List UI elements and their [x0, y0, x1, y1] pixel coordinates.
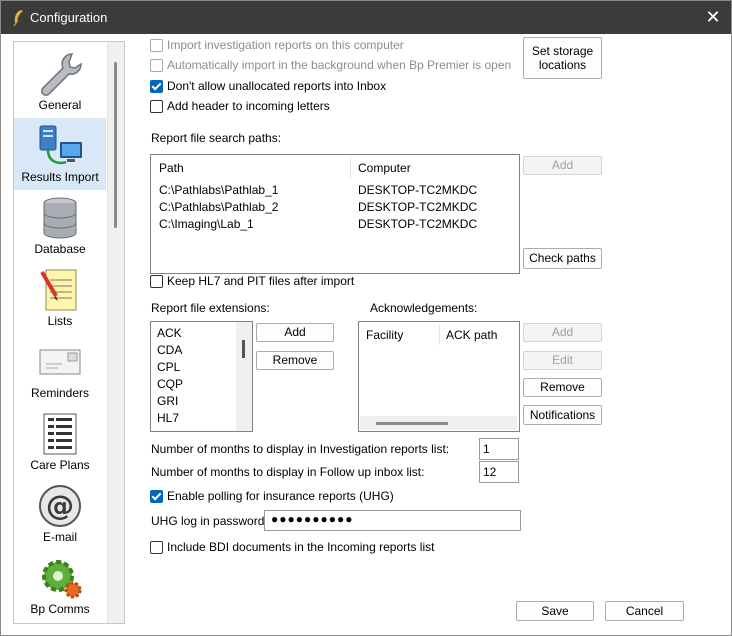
list-item[interactable]: ACK — [157, 326, 182, 340]
acknowledgements-list[interactable]: Facility ACK path — [358, 321, 520, 432]
sidebar-item-label: Reminders — [30, 386, 90, 400]
wrench-icon — [41, 53, 82, 96]
auto-import-checkbox[interactable]: Automatically import in the background w… — [150, 57, 511, 73]
column-header-path[interactable]: Path — [159, 161, 184, 175]
checkbox-label: Don't allow unallocated reports into Inb… — [167, 79, 387, 93]
computer-cell: DESKTOP-TC2MKDC — [358, 200, 478, 214]
server-network-icon — [39, 125, 82, 165]
checkbox-box — [150, 489, 163, 503]
checkbox-label: Automatically import in the background w… — [167, 58, 512, 72]
keep-files-checkbox[interactable]: Keep HL7 and PIT files after import — [150, 273, 354, 289]
checkbox-box — [150, 79, 163, 93]
sidebar-item-label: Care Plans — [30, 458, 90, 472]
remove-ack-button[interactable]: Remove — [523, 378, 602, 397]
list-item[interactable]: CQP — [157, 377, 183, 391]
sidebar-item-general[interactable]: General — [14, 46, 106, 118]
notifications-button[interactable]: Notifications — [523, 405, 602, 425]
sidebar-item-label: Database — [34, 242, 86, 256]
add-path-button[interactable]: Add — [523, 156, 602, 175]
list-item[interactable]: CPL — [157, 360, 180, 374]
computer-cell: DESKTOP-TC2MKDC — [358, 183, 478, 197]
gear-cog-icon — [42, 560, 82, 599]
title-bar: Configuration ✕ — [1, 1, 731, 34]
computer-cell: DESKTOP-TC2MKDC — [358, 217, 478, 231]
column-header-ack-path[interactable]: ACK path — [446, 328, 497, 342]
add-header-checkbox[interactable]: Add header to incoming letters — [150, 98, 330, 114]
acknowledgements-hscrollbar[interactable] — [360, 416, 517, 430]
document-list-icon — [43, 413, 77, 455]
list-item[interactable]: GRI — [157, 394, 178, 408]
dont-allow-unallocated-checkbox[interactable]: Don't allow unallocated reports into Inb… — [150, 78, 386, 94]
sidebar-item-label: E-mail — [42, 530, 77, 544]
sidebar: General Results Import Database Lists Re… — [13, 41, 125, 624]
svg-text:@: @ — [46, 489, 74, 522]
investigation-months-input[interactable]: 1 — [479, 438, 519, 460]
sidebar-item-label: Bp Comms — [30, 602, 90, 616]
column-divider[interactable] — [439, 325, 440, 345]
sidebar-scrollbar[interactable] — [107, 42, 124, 623]
add-extension-button[interactable]: Add — [256, 323, 334, 342]
checkbox-label: Include BDI documents in the Incoming re… — [167, 540, 435, 554]
list-item[interactable]: CDA — [157, 343, 182, 357]
window-title: Configuration — [30, 10, 108, 25]
checkbox-box — [150, 58, 163, 72]
search-paths-list[interactable]: Path Computer C:\Pathlabs\Pathlab_1 DESK… — [150, 154, 520, 274]
checkbox-label: Import investigation reports on this com… — [167, 38, 404, 52]
at-sign-icon: @ — [39, 485, 81, 527]
include-bdi-checkbox[interactable]: Include BDI documents in the Incoming re… — [150, 539, 434, 555]
sidebar-item-label: Results Import — [21, 170, 99, 184]
app-feather-icon — [13, 10, 23, 27]
path-cell: C:\Pathlabs\Pathlab_1 — [159, 183, 279, 197]
remove-extension-button[interactable]: Remove — [256, 351, 334, 370]
sidebar-item-database[interactable]: Database — [14, 190, 106, 262]
extensions-list[interactable]: ACK CDA CPL CQP GRI HL7 — [150, 321, 253, 432]
save-button[interactable]: Save — [516, 601, 594, 621]
check-paths-button[interactable]: Check paths — [523, 248, 602, 269]
extensions-scrollbar[interactable] — [236, 322, 252, 431]
sidebar-item-lists[interactable]: Lists — [14, 262, 106, 334]
sidebar-item-results-import[interactable]: Results Import — [14, 118, 106, 190]
sidebar-item-label: General — [38, 98, 82, 112]
envelope-icon — [39, 349, 81, 375]
acknowledgements-label: Acknowledgements: — [370, 301, 478, 315]
set-storage-locations-button[interactable]: Set storage locations — [523, 37, 602, 79]
checkbox-box — [150, 38, 163, 52]
uhg-password-label: UHG log in password: — [151, 514, 268, 528]
configuration-window: Configuration ✕ General Results Import D… — [0, 0, 732, 636]
uhg-password-field[interactable]: ●●●●●●●●●● — [264, 510, 521, 531]
path-cell: C:\Imaging\Lab_1 — [159, 217, 254, 231]
investigation-months-label: Number of months to display in Investiga… — [151, 442, 450, 456]
search-paths-label: Report file search paths: — [151, 131, 282, 145]
checkbox-box — [150, 274, 163, 288]
sidebar-item-bp-comms[interactable]: Bp Comms — [14, 550, 106, 622]
column-header-facility[interactable]: Facility — [366, 328, 403, 342]
acknowledgements-scroll-thumb[interactable] — [376, 422, 448, 425]
followup-months-input[interactable]: 12 — [479, 461, 519, 483]
enable-polling-checkbox[interactable]: Enable polling for insurance reports (UH… — [150, 488, 394, 504]
column-header-computer[interactable]: Computer — [358, 161, 411, 175]
database-icon — [43, 197, 77, 239]
path-cell: C:\Pathlabs\Pathlab_2 — [159, 200, 279, 214]
checkbox-box — [150, 540, 163, 554]
sidebar-item-email[interactable]: @ E-mail — [14, 478, 106, 550]
extensions-scroll-thumb[interactable] — [242, 340, 245, 358]
checkbox-label: Keep HL7 and PIT files after import — [167, 274, 355, 288]
checkbox-label: Add header to incoming letters — [167, 99, 330, 113]
checkbox-box — [150, 99, 163, 113]
add-ack-button[interactable]: Add — [523, 323, 602, 342]
notepad-list-icon — [40, 269, 77, 311]
close-icon[interactable]: ✕ — [703, 7, 723, 27]
sidebar-item-reminders[interactable]: Reminders — [14, 334, 106, 406]
sidebar-scroll-thumb[interactable] — [114, 62, 117, 228]
followup-months-label: Number of months to display in Follow up… — [151, 465, 425, 479]
import-reports-checkbox[interactable]: Import investigation reports on this com… — [150, 37, 404, 53]
column-divider[interactable] — [350, 158, 351, 178]
checkbox-label: Enable polling for insurance reports (UH… — [167, 489, 394, 503]
edit-ack-button[interactable]: Edit — [523, 351, 602, 370]
sidebar-item-care-plans[interactable]: Care Plans — [14, 406, 106, 478]
sidebar-item-label: Lists — [47, 314, 73, 328]
extensions-label: Report file extensions: — [151, 301, 270, 315]
cancel-button[interactable]: Cancel — [605, 601, 684, 621]
list-item[interactable]: HL7 — [157, 411, 179, 425]
